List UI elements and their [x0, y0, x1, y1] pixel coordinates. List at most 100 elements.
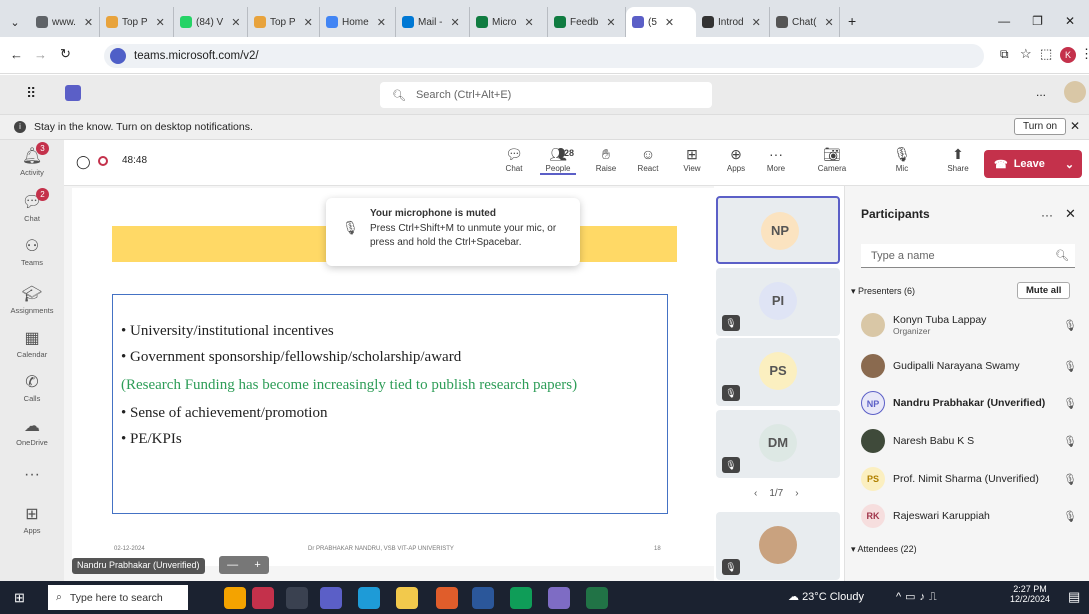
taskbar-app-icon[interactable]	[548, 587, 570, 609]
browser-tab[interactable]: www. ✕	[30, 7, 100, 37]
clock[interactable]: 2:27 PM 12/2/2024	[1010, 584, 1050, 604]
site-info-icon[interactable]	[110, 48, 126, 64]
browser-tab[interactable]: Introd ✕	[696, 7, 770, 37]
mute-all-button[interactable]: Mute all	[1017, 282, 1071, 299]
file-explorer-icon[interactable]	[396, 587, 418, 609]
taskbar-app-icon[interactable]	[252, 587, 274, 609]
video-tile[interactable]: DM 🎙︎	[716, 410, 840, 478]
rail-item-calls[interactable]: ✆ Calls	[0, 372, 64, 403]
app-launcher-icon[interactable]: ⠿	[26, 85, 36, 102]
toolbar-mic-button[interactable]: 🎙︎ Mic	[884, 144, 920, 173]
browser-tab[interactable]: Top P ✕	[248, 7, 320, 37]
word-taskbar-icon[interactable]	[472, 587, 494, 609]
browser-tab[interactable]: Mail - ✕	[396, 7, 470, 37]
rail-item-chat[interactable]: 💬︎ Chat 2	[0, 188, 64, 223]
browser-menu-icon[interactable]: ⋮	[1080, 46, 1089, 62]
rail-item-more[interactable]: ···	[0, 466, 64, 486]
reload-icon[interactable]: ↻	[60, 46, 71, 62]
url-field[interactable]: teams.microsoft.com/v2/	[104, 44, 984, 68]
excel-taskbar-icon[interactable]	[586, 587, 608, 609]
close-tab-icon[interactable]: ✕	[524, 16, 533, 29]
toolbar-people-button[interactable]: 👥︎ 28 People	[540, 144, 576, 175]
video-tile[interactable]: PI 🎙︎	[716, 268, 840, 336]
browser-tab[interactable]: Micro ✕	[470, 7, 548, 37]
browser-tab[interactable]: Chat(✕	[770, 7, 840, 37]
install-app-icon[interactable]: ⧉	[1000, 47, 1009, 62]
browser-tab[interactable]: (84) V ✕	[174, 7, 248, 37]
taskbar-search-input[interactable]: ⌕ Type here to search	[48, 585, 188, 610]
rail-item-apps[interactable]: ⊞ Apps	[0, 504, 64, 535]
notifications-icon[interactable]: ▤	[1068, 589, 1080, 605]
close-tab-icon[interactable]: ✕	[752, 16, 761, 29]
participant-row[interactable]: Konyn Tuba Lappay Organizer 🎙︎	[861, 308, 1083, 342]
close-icon[interactable]: ✕	[1065, 14, 1075, 28]
task-view-icon[interactable]	[286, 587, 308, 609]
toolbar-more-button[interactable]: ··· More	[758, 144, 794, 173]
forward-icon[interactable]: →	[34, 47, 47, 62]
participant-search-input[interactable]: Type a name 🔍︎	[861, 244, 1075, 268]
chevron-down-icon[interactable]: ⌄	[1065, 158, 1074, 171]
close-tab-icon[interactable]: ✕	[84, 16, 93, 29]
close-tab-icon[interactable]: ✕	[824, 16, 833, 29]
panel-more-icon[interactable]: ···	[1041, 208, 1053, 222]
browser-tab[interactable]: Feedb ✕	[548, 7, 626, 37]
close-tab-icon[interactable]: ✕	[304, 16, 313, 29]
search-input[interactable]: 🔍︎ Search (Ctrl+Alt+E)	[380, 82, 712, 108]
edge-taskbar-icon[interactable]	[358, 587, 380, 609]
settings-more-icon[interactable]: ...	[1036, 85, 1046, 99]
dismiss-notification-icon[interactable]: ✕	[1070, 119, 1080, 133]
minimize-icon[interactable]: —	[998, 14, 1010, 28]
toolbar-camera-button[interactable]: 📷︎ Camera	[814, 144, 850, 173]
participant-row[interactable]: NP Nandru Prabhakar (Unverified) 🎙︎	[861, 386, 1083, 420]
presenters-header[interactable]: ▾ Presenters (6)	[851, 286, 915, 297]
rail-item-teams[interactable]: ⚇ Teams	[0, 236, 64, 267]
browser-tab[interactable]: Home ✕	[320, 7, 396, 37]
participant-row[interactable]: PS Prof. Nimit Sharma (Unverified) 🎙︎	[861, 462, 1083, 496]
teams-taskbar-icon[interactable]	[320, 587, 342, 609]
taskbar-app-icon[interactable]	[224, 587, 246, 609]
video-tile[interactable]: PS 🎙︎	[716, 338, 840, 406]
toolbar-share-button[interactable]: ⬆ Share	[940, 144, 976, 173]
zoom-out-button[interactable]: —	[227, 559, 238, 571]
close-tab-icon[interactable]: ✕	[231, 16, 240, 29]
profile-avatar[interactable]: K	[1060, 47, 1076, 63]
rail-item-assignments[interactable]: 🎓︎ Assignments	[0, 284, 64, 315]
zoom-in-button[interactable]: +	[254, 559, 260, 571]
browser-tab[interactable]: Top P ✕	[100, 7, 174, 37]
windows-start-icon[interactable]: ⊞	[14, 590, 25, 606]
close-tab-icon[interactable]: ✕	[156, 16, 165, 29]
bookmark-star-icon[interactable]: ☆	[1020, 46, 1032, 62]
weather-widget[interactable]: ☁ 23°C Cloudy	[788, 590, 864, 603]
close-tab-icon[interactable]: ✕	[377, 16, 386, 29]
new-tab-button[interactable]: +	[840, 13, 864, 37]
back-icon[interactable]: ←	[10, 47, 23, 62]
system-tray-icons[interactable]: ^▭♪⎍	[896, 590, 941, 604]
toolbar-chat-button[interactable]: 💬︎ Chat	[496, 144, 532, 173]
toolbar-raise-button[interactable]: ✋︎ Raise	[588, 144, 624, 173]
restore-icon[interactable]: ❐	[1032, 14, 1043, 28]
rail-item-onedrive[interactable]: ☁ OneDrive	[0, 416, 64, 447]
prev-page-icon[interactable]: ‹	[754, 488, 757, 499]
toolbar-apps-button[interactable]: ⊕ Apps	[718, 144, 754, 173]
attendees-header[interactable]: ▾ Attendees (22)	[851, 544, 917, 555]
turn-on-button[interactable]: Turn on	[1014, 118, 1067, 135]
user-avatar[interactable]	[1064, 81, 1086, 103]
participant-row[interactable]: Gudipalli Narayana Swamy 🎙︎	[861, 349, 1083, 383]
close-tab-icon[interactable]: ✕	[665, 16, 674, 29]
taskbar-app-icon[interactable]	[510, 587, 532, 609]
participant-row[interactable]: RK Rajeswari Karuppiah 🎙︎	[861, 499, 1083, 533]
tab-search-icon[interactable]: ⌄	[0, 7, 30, 37]
toolbar-react-button[interactable]: ☺ React	[630, 144, 666, 173]
toolbar-view-button[interactable]: ⊞ View	[674, 144, 710, 173]
participant-row[interactable]: Naresh Babu K S 🎙︎	[861, 424, 1083, 458]
rail-item-calendar[interactable]: ▦ Calendar	[0, 328, 64, 359]
rail-item-activity[interactable]: 🔔︎ Activity 3	[0, 142, 64, 177]
close-panel-icon[interactable]: ✕	[1065, 206, 1076, 222]
extensions-icon[interactable]: ⬚	[1040, 46, 1052, 62]
close-tab-icon[interactable]: ✕	[450, 16, 459, 29]
chrome-taskbar-icon[interactable]	[436, 587, 458, 609]
video-tile[interactable]: 🎙︎	[716, 512, 840, 580]
next-page-icon[interactable]: ›	[795, 488, 798, 499]
leave-button[interactable]: ☎ Leave ⌄	[984, 150, 1082, 178]
close-tab-icon[interactable]: ✕	[606, 16, 615, 29]
